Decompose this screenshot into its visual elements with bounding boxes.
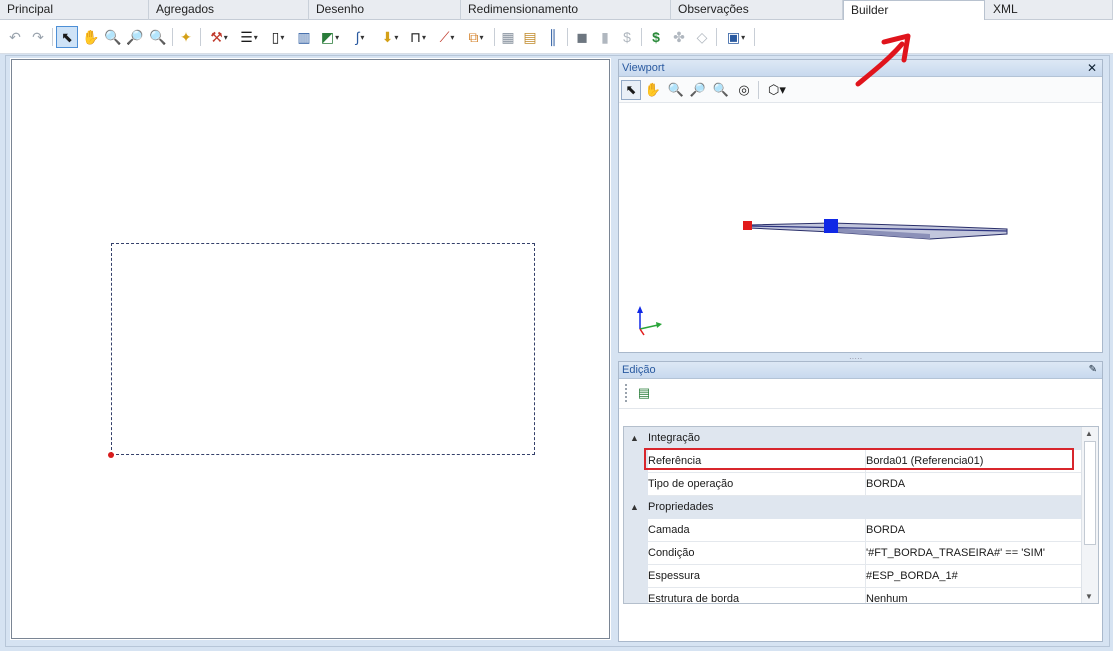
money-bag-icon[interactable]: $ — [617, 26, 637, 48]
annotation-arrow-icon — [855, 33, 911, 87]
origin-point — [108, 452, 114, 458]
group-header-propriedades[interactable]: ▲ Propriedades — [624, 496, 1084, 519]
redo-icon[interactable]: ↷ — [28, 26, 48, 48]
orbit-icon[interactable]: ◎ — [734, 80, 754, 100]
zoom-out-icon[interactable]: 🔎 — [125, 26, 145, 48]
property-name: Camada — [648, 524, 690, 536]
edicao-toolbar: ▤ — [619, 379, 1102, 409]
drill-tool-icon[interactable]: ⚒ ▾ — [205, 26, 233, 48]
property-value[interactable]: #ESP_BORDA_1# — [866, 565, 958, 587]
zoom-extents-icon[interactable]: 🔍 — [711, 80, 731, 100]
property-row[interactable]: Estrutura de borda Nenhum — [624, 588, 1084, 604]
edicao-title: Edição — [622, 364, 656, 376]
panel-tool-icon[interactable]: ▯ ▾ — [264, 26, 292, 48]
zoom-out-icon[interactable]: 🔎 — [688, 80, 708, 100]
pan-hand-icon[interactable]: ✋ — [643, 80, 663, 100]
tab-principal[interactable]: Principal — [0, 0, 149, 20]
layers-tool-icon[interactable]: ☰ ▾ — [236, 26, 262, 48]
tab-desenho[interactable]: Desenho — [309, 0, 461, 20]
grid-icon[interactable]: ▤ — [520, 26, 540, 48]
panel-splitter[interactable]: ····· — [849, 354, 873, 363]
app-window: Principal Agregados Desenho Redimensiona… — [0, 0, 1113, 651]
curve-tool-icon[interactable]: ∫ ▾ — [346, 26, 374, 48]
viewport-title: Viewport — [622, 62, 665, 74]
property-name: Espessura — [648, 570, 700, 582]
zoom-in-icon[interactable]: 🔍 — [666, 80, 686, 100]
property-name: Estrutura de borda — [648, 593, 740, 604]
property-row[interactable]: Camada BORDA — [624, 519, 1084, 542]
collapse-icon[interactable]: ▲ — [630, 427, 639, 449]
pin-icon[interactable]: ✎ — [1089, 362, 1097, 378]
panel-outline[interactable] — [111, 243, 535, 455]
puzzle-icon[interactable]: ✤ — [669, 26, 689, 48]
property-value[interactable]: BORDA — [866, 473, 905, 495]
copy-tool-icon[interactable]: ⧉ ▾ — [462, 26, 490, 48]
frame-tool-icon[interactable]: ⊓ ▾ — [405, 26, 431, 48]
scroll-down-icon[interactable]: ▼ — [1085, 592, 1093, 601]
pointer-icon[interactable]: ⬉ — [621, 80, 641, 100]
window-layout-icon[interactable]: ▣ ▾ — [722, 26, 750, 48]
property-name: Condição — [648, 547, 695, 559]
new-item-icon[interactable]: ✦ — [176, 26, 196, 48]
cabinet-icon[interactable]: ▮ — [595, 26, 615, 48]
property-name: Tipo de operação — [648, 478, 734, 490]
property-pages-icon[interactable]: ▤ — [633, 383, 655, 403]
3d-scene[interactable] — [619, 104, 1102, 352]
tab-observacoes[interactable]: Observações — [671, 0, 843, 20]
hinge-tool-icon[interactable]: ▥ — [294, 26, 314, 48]
property-row[interactable]: Espessura #ESP_BORDA_1# — [624, 565, 1084, 588]
pan-hand-icon[interactable]: ✋ — [80, 26, 102, 48]
mid-handle[interactable] — [824, 219, 838, 233]
cube-icon[interactable]: ◼ — [572, 26, 592, 48]
tab-xml[interactable]: XML — [986, 0, 1113, 20]
axis-gizmo-icon — [637, 306, 662, 336]
group-icon[interactable]: ▦ — [498, 26, 518, 48]
drawing-canvas[interactable] — [10, 58, 611, 640]
tab-agregados[interactable]: Agregados — [149, 0, 309, 20]
price-icon[interactable]: $ — [646, 26, 666, 48]
property-row[interactable]: Condição '#FT_BORDA_TRASEIRA#' == 'SIM' — [624, 542, 1084, 565]
edicao-title-bar: Edição ✎ — [619, 362, 1102, 379]
pointer-icon[interactable]: ⬉ — [56, 26, 78, 48]
edicao-panel: Edição ✎ ▤ ▲ Integração Referência Borda… — [618, 361, 1103, 642]
property-value[interactable]: BORDA — [866, 519, 905, 541]
undo-icon[interactable]: ↶ — [5, 26, 25, 48]
property-row[interactable]: Tipo de operação BORDA — [624, 473, 1084, 496]
property-value[interactable]: '#FT_BORDA_TRASEIRA#' == 'SIM' — [866, 542, 1045, 564]
ribbon-tab-bar: Principal Agregados Desenho Redimensiona… — [0, 0, 1113, 21]
fill-tool-icon[interactable]: ⬇ ▾ — [376, 26, 404, 48]
line-tool-icon[interactable]: ⟋ ▾ — [434, 26, 460, 48]
scrollbar-thumb[interactable] — [1084, 441, 1096, 545]
highlight-box — [644, 448, 1074, 470]
property-grid-scrollbar[interactable]: ▲ ▼ — [1081, 427, 1098, 603]
property-value[interactable]: Nenhum — [866, 588, 908, 603]
collapse-icon[interactable]: ▲ — [630, 496, 639, 518]
main-toolbar: ↶ ↷ ⬉ ✋ 🔍 🔎 🔍 ✦ ⚒ ▾ ☰ ▾ ▯ ▾ ▥ ◩ ▾ ∫ ▾ ⬇ ▾ ⊓ ▾ ⟋… — [0, 20, 1113, 54]
eraser-icon[interactable]: ◇ — [692, 26, 712, 48]
shape-tool-icon[interactable]: ◩ ▾ — [316, 26, 344, 48]
group-label: Propriedades — [648, 501, 714, 513]
group-label: Integração — [648, 432, 700, 444]
tab-redimensionamento[interactable]: Redimensionamento — [461, 0, 671, 20]
columns-icon[interactable]: ║ — [543, 26, 563, 48]
viewport-panel: Viewport ✕ ⬉ ✋ 🔍 🔎 🔍 ◎ ⬡ ▾ — [618, 59, 1103, 353]
scroll-up-icon[interactable]: ▲ — [1085, 429, 1093, 438]
zoom-in-icon[interactable]: 🔍 — [103, 26, 123, 48]
close-icon[interactable]: ✕ — [1087, 60, 1097, 76]
group-header-integracao[interactable]: ▲ Integração — [624, 427, 1084, 450]
view-cube-icon[interactable]: ⬡ ▾ — [762, 80, 792, 100]
start-handle[interactable] — [743, 221, 752, 230]
zoom-extents-icon[interactable]: 🔍 — [148, 26, 168, 48]
